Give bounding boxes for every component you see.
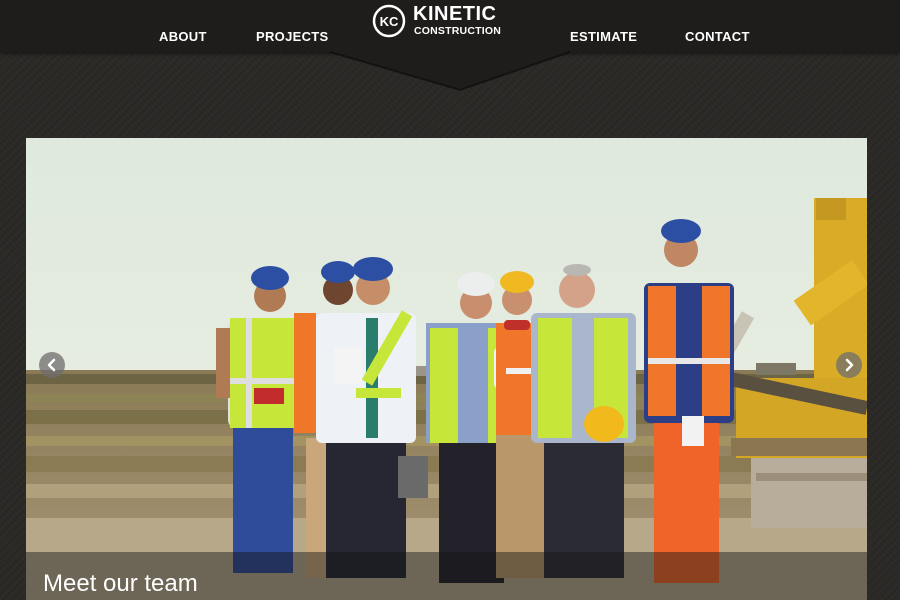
brand-logo[interactable]: KC KINETIC CONSTRUCTION (372, 3, 522, 44)
nav-estimate[interactable]: ESTIMATE (570, 29, 637, 44)
chevron-left-icon (47, 358, 56, 372)
nav-about[interactable]: ABOUT (159, 29, 207, 44)
slider-next-button[interactable] (836, 352, 862, 378)
svg-text:KC: KC (380, 14, 399, 29)
brand-subtitle: CONSTRUCTION (414, 25, 501, 37)
chevron-right-icon (845, 358, 854, 372)
slider-prev-button[interactable] (39, 352, 65, 378)
hero-caption-bar: Meet our team (26, 552, 867, 600)
nav-projects[interactable]: PROJECTS (256, 29, 328, 44)
nav-contact[interactable]: CONTACT (685, 29, 750, 44)
hero-image (26, 138, 867, 600)
hero-slider (26, 138, 867, 600)
kc-monogram-icon: KC (372, 4, 406, 38)
hero-caption: Meet our team (43, 570, 198, 597)
brand-name: KINETIC (413, 3, 497, 25)
